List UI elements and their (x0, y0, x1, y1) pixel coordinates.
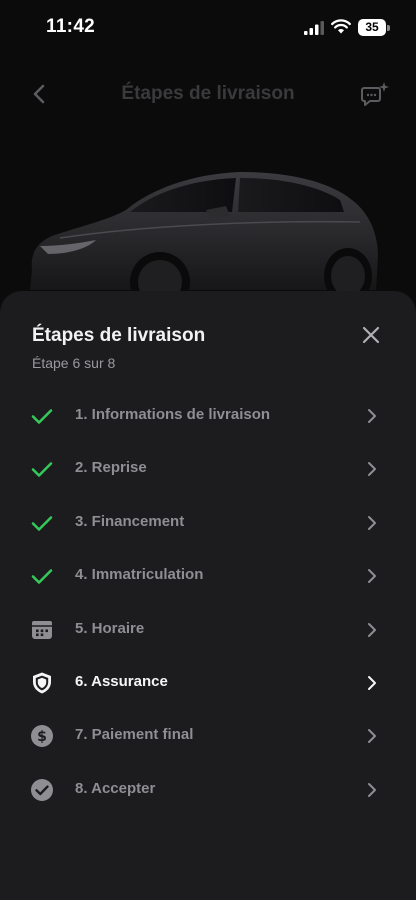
chevron-right-icon (368, 515, 376, 530)
battery-icon: 35 (358, 19, 390, 36)
chevron-right-icon (368, 409, 376, 423)
step-label: 2. Reprise (75, 459, 147, 477)
check-circle-icon (31, 778, 53, 801)
step-item-accepter[interactable]: 8. Accepter (0, 763, 416, 816)
chevron-right-icon (368, 569, 376, 584)
step-label: 4. Immatriculation (75, 566, 204, 584)
shield-icon (33, 672, 51, 694)
check-icon (31, 409, 53, 424)
step-label: 5. Horaire (75, 619, 145, 637)
step-item-assurance[interactable]: 6. Assurance (0, 656, 416, 709)
step-item-horaire[interactable]: 5. Horaire (0, 603, 416, 656)
status-bar: 11:42 35 (0, 0, 416, 56)
svg-text:$: $ (37, 729, 47, 745)
step-label: 3. Financement (75, 512, 185, 530)
step-progress: Étape 6 sur 8 (32, 355, 116, 371)
delivery-steps-screen: 11:42 35 Étapes de livraison Étapes de l… (0, 0, 416, 900)
delivery-steps-sheet: Étapes de livraison Étape 6 sur 8 1. Inf… (0, 291, 416, 900)
chat-sparkle-icon[interactable] (360, 80, 390, 108)
chevron-right-icon (368, 675, 376, 690)
step-label: 6. Assurance (75, 672, 168, 690)
step-item-reprise[interactable]: 2. Reprise (0, 442, 416, 495)
chevron-right-icon (368, 462, 376, 477)
steps-list: 1. Informations de livraison 2. Reprise (0, 389, 416, 816)
wifi-icon (331, 19, 351, 34)
step-label: 8. Accepter (75, 779, 156, 797)
status-time: 11:42 (46, 16, 96, 37)
step-item-immatriculation[interactable]: 4. Immatriculation (0, 549, 416, 602)
check-icon (31, 515, 53, 531)
signal-icon (304, 21, 324, 35)
step-label: 7. Paiement final (75, 726, 194, 744)
chevron-right-icon (368, 622, 376, 637)
step-item-paiement-final[interactable]: $ 7. Paiement final (0, 709, 416, 762)
check-icon (31, 569, 53, 584)
page-title: Étapes de livraison (121, 83, 295, 104)
chevron-right-icon (368, 782, 376, 797)
step-item-financement[interactable]: 3. Financement (0, 496, 416, 549)
check-icon (31, 462, 53, 478)
step-label: 1. Informations de livraison (75, 406, 271, 423)
sheet-title: Étapes de livraison (32, 325, 206, 346)
battery-level: 35 (358, 19, 386, 36)
calendar-icon (32, 620, 52, 639)
step-item-informations-livraison[interactable]: 1. Informations de livraison (0, 389, 416, 442)
battery-cap (387, 25, 390, 31)
car-image (30, 172, 378, 310)
page-header: Étapes de livraison (0, 70, 416, 116)
chevron-right-icon (368, 729, 376, 744)
close-icon[interactable] (358, 322, 384, 348)
dollar-icon: $ (31, 725, 53, 748)
